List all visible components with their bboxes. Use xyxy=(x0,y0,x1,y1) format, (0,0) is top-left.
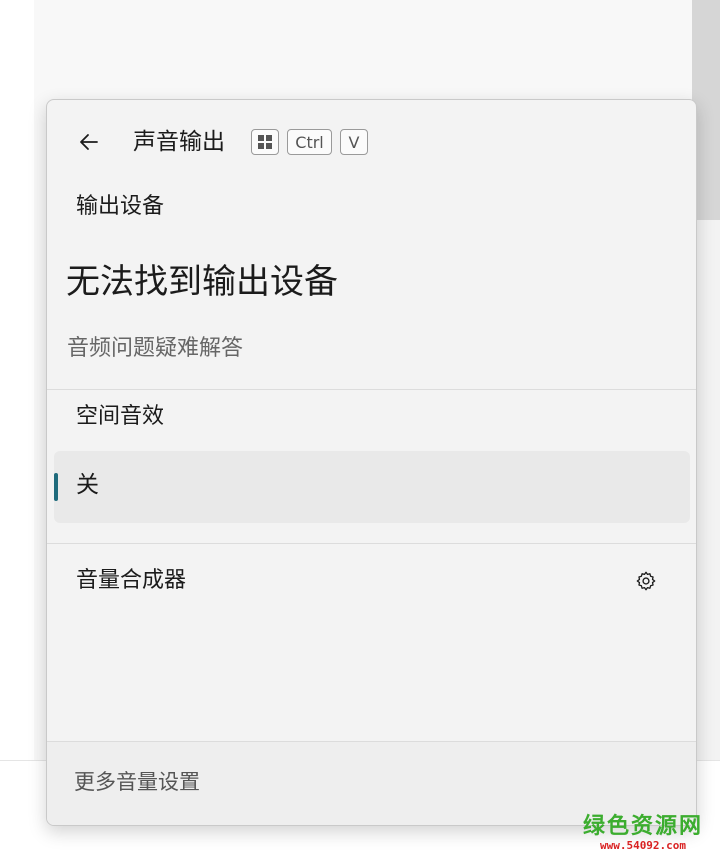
windows-key-icon xyxy=(251,129,279,155)
arrow-left-icon xyxy=(80,134,98,150)
background-left xyxy=(0,0,34,760)
volume-mixer-label[interactable]: 音量合成器 xyxy=(76,566,186,596)
spatial-sound-label: 空间音效 xyxy=(76,404,165,429)
divider xyxy=(47,389,696,390)
watermark-logo: 绿色资源网 www.54092.com xyxy=(566,815,720,855)
troubleshoot-link[interactable]: 音频问题疑难解答 xyxy=(67,334,243,364)
watermark-url: www.54092.com xyxy=(599,839,687,852)
divider xyxy=(47,543,696,544)
flyout-header: 声音输出 Ctrl V xyxy=(47,100,696,186)
sound-output-flyout: 声音输出 Ctrl V 输出设备 无法找到输出设备 音频问题疑难解答 空间音效 … xyxy=(46,99,697,826)
back-button[interactable] xyxy=(67,122,111,162)
v-key: V xyxy=(340,129,368,155)
ctrl-key: Ctrl xyxy=(287,129,332,155)
option-label: 关 xyxy=(76,472,99,498)
output-device-label: 输出设备 xyxy=(76,194,165,219)
spatial-sound-option-off[interactable]: 关 xyxy=(54,451,690,523)
flyout-title: 声音输出 xyxy=(133,129,225,155)
more-volume-settings-link[interactable]: 更多音量设置 xyxy=(74,767,200,797)
selection-indicator xyxy=(54,473,58,501)
no-device-message: 无法找到输出设备 xyxy=(66,262,338,302)
watermark-title: 绿色资源网 xyxy=(582,814,703,839)
gear-icon[interactable] xyxy=(632,567,660,595)
